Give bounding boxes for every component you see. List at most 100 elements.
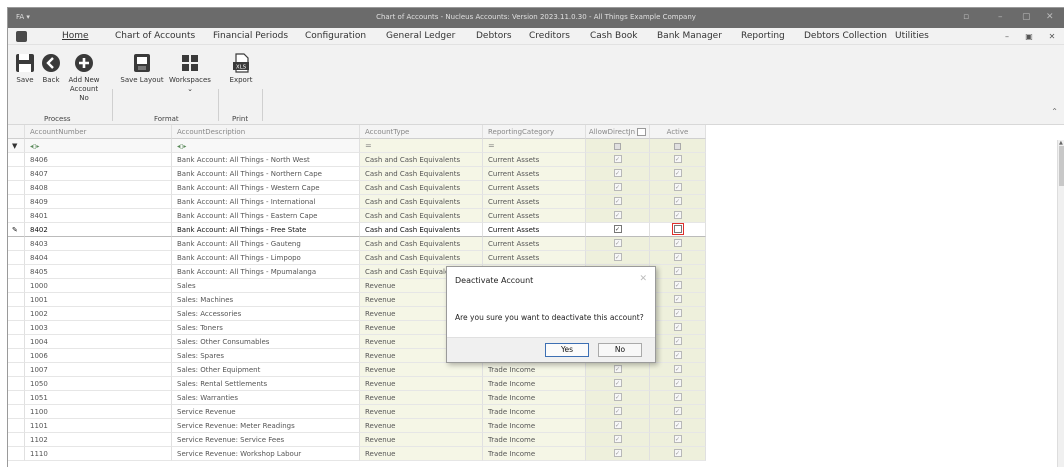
- cell-account-description[interactable]: Sales: Rental Settlements: [172, 377, 360, 391]
- cell-allow-direct[interactable]: ✓: [586, 391, 650, 405]
- cell-reporting-category[interactable]: Trade Income: [483, 433, 586, 447]
- tab-reporting[interactable]: Reporting: [741, 31, 785, 41]
- cell-active[interactable]: ✓: [650, 321, 706, 335]
- allow-direct-checkbox[interactable]: ✓: [613, 183, 622, 191]
- cell-active[interactable]: ✓: [650, 209, 706, 223]
- cell-account-description[interactable]: Sales: Toners: [172, 321, 360, 335]
- cell-reporting-category[interactable]: Current Assets: [483, 181, 586, 195]
- row-indicator[interactable]: [8, 195, 25, 209]
- allow-direct-checkbox[interactable]: ✓: [613, 197, 622, 205]
- cell-account-description[interactable]: Sales: [172, 279, 360, 293]
- filter-active[interactable]: [650, 139, 706, 153]
- cell-account-type[interactable]: Revenue: [360, 391, 483, 405]
- allow-direct-checkbox[interactable]: ✓: [613, 393, 622, 401]
- cell-reporting-category[interactable]: Current Assets: [483, 167, 586, 181]
- cell-allow-direct[interactable]: ✓: [586, 153, 650, 167]
- cell-active[interactable]: ✓: [650, 293, 706, 307]
- allow-direct-checkbox[interactable]: ✓: [613, 421, 622, 429]
- active-checkbox[interactable]: ✓: [673, 435, 682, 443]
- cell-account-type[interactable]: Cash and Cash Equivalents: [360, 223, 483, 237]
- allow-direct-checkbox[interactable]: ✓: [613, 449, 622, 457]
- cell-account-description[interactable]: Bank Account: All Things - Limpopo: [172, 251, 360, 265]
- cell-reporting-category[interactable]: Current Assets: [483, 223, 586, 237]
- table-row[interactable]: 8407 Bank Account: All Things - Northern …: [8, 167, 706, 181]
- cell-allow-direct[interactable]: ✓: [586, 377, 650, 391]
- allow-direct-checkbox[interactable]: ✓: [613, 435, 622, 443]
- filter-account-number[interactable]: ◂▯▸: [25, 139, 172, 153]
- cell-active[interactable]: ✓: [650, 335, 706, 349]
- cell-reporting-category[interactable]: Current Assets: [483, 153, 586, 167]
- cell-account-number[interactable]: 1050: [25, 377, 172, 391]
- cell-account-number[interactable]: 8404: [25, 251, 172, 265]
- allow-direct-checkbox[interactable]: ✓: [613, 155, 622, 163]
- table-row[interactable]: 1050 Sales: Rental Settlements Revenue Trad…: [8, 377, 706, 391]
- allow-direct-checkbox[interactable]: ✓: [613, 365, 622, 373]
- maximize-icon[interactable]: ▢: [1022, 12, 1031, 22]
- table-row[interactable]: 8406 Bank Account: All Things - North Wes…: [8, 153, 706, 167]
- active-checkbox[interactable]: ✓: [673, 253, 682, 261]
- save-layout-button[interactable]: Save Layout: [120, 53, 164, 85]
- col-header-account-description[interactable]: AccountDescription: [172, 125, 360, 139]
- tab-chart-of-accounts[interactable]: Chart of Accounts: [115, 31, 195, 41]
- cell-active[interactable]: ✓: [650, 405, 706, 419]
- row-indicator[interactable]: [8, 279, 25, 293]
- col-header-allow-direct[interactable]: AllowDirectJn: [586, 125, 650, 139]
- row-indicator[interactable]: [8, 433, 25, 447]
- cell-allow-direct[interactable]: ✓: [586, 433, 650, 447]
- cell-active[interactable]: ✓: [650, 307, 706, 321]
- allow-direct-checkbox[interactable]: ✓: [613, 169, 622, 177]
- cell-account-type[interactable]: Cash and Cash Equivalents: [360, 181, 483, 195]
- cell-reporting-category[interactable]: Trade Income: [483, 391, 586, 405]
- table-row[interactable]: 8403 Bank Account: All Things - Gauteng Ca…: [8, 237, 706, 251]
- row-indicator[interactable]: [8, 237, 25, 251]
- cell-allow-direct[interactable]: ✓: [586, 447, 650, 461]
- cell-active[interactable]: ✓: [650, 391, 706, 405]
- mdi-close-icon[interactable]: ✕: [1043, 30, 1061, 43]
- cell-account-number[interactable]: 1003: [25, 321, 172, 335]
- cell-account-number[interactable]: 1002: [25, 307, 172, 321]
- col-header-account-type[interactable]: AccountType: [360, 125, 483, 139]
- cell-active[interactable]: ✓: [650, 167, 706, 181]
- cell-account-type[interactable]: Revenue: [360, 433, 483, 447]
- row-indicator[interactable]: [8, 377, 25, 391]
- save-button[interactable]: Save: [14, 53, 36, 85]
- active-checkbox[interactable]: ✓: [673, 449, 682, 457]
- cell-account-type[interactable]: Cash and Cash Equivalents: [360, 167, 483, 181]
- filter-allow-direct[interactable]: [586, 139, 650, 153]
- cell-active[interactable]: [650, 223, 706, 237]
- active-checkbox[interactable]: ✓: [673, 169, 682, 177]
- cell-active[interactable]: ✓: [650, 447, 706, 461]
- cell-active[interactable]: ✓: [650, 279, 706, 293]
- row-indicator[interactable]: [8, 447, 25, 461]
- cell-account-number[interactable]: 1006: [25, 349, 172, 363]
- row-indicator[interactable]: [8, 391, 25, 405]
- active-checkbox[interactable]: ✓: [673, 239, 682, 247]
- cell-account-description[interactable]: Bank Account: All Things - Eastern Cape: [172, 209, 360, 223]
- cell-account-number[interactable]: 8407: [25, 167, 172, 181]
- table-row[interactable]: 1007 Sales: Other Equipment Revenue Trade I…: [8, 363, 706, 377]
- cell-account-number[interactable]: 1102: [25, 433, 172, 447]
- restore-layout-icon[interactable]: ▫: [963, 12, 969, 22]
- cell-account-description[interactable]: Sales: Spares: [172, 349, 360, 363]
- table-row[interactable]: 8408 Bank Account: All Things - Western C…: [8, 181, 706, 195]
- allow-direct-checkbox[interactable]: ✓: [613, 211, 622, 219]
- cell-account-description[interactable]: Service Revenue: [172, 405, 360, 419]
- close-icon[interactable]: ✕: [1046, 12, 1054, 22]
- table-row[interactable]: 1051 Sales: Warranties Revenue Trade Income…: [8, 391, 706, 405]
- cell-reporting-category[interactable]: Trade Income: [483, 447, 586, 461]
- cell-account-description[interactable]: Sales: Other Equipment: [172, 363, 360, 377]
- mdi-minimize-icon[interactable]: –: [998, 30, 1016, 43]
- row-indicator[interactable]: [8, 153, 25, 167]
- active-checkbox[interactable]: ✓: [673, 197, 682, 205]
- vertical-scrollbar[interactable]: ▲: [1057, 140, 1064, 467]
- cell-account-type[interactable]: Cash and Cash Equivalents: [360, 251, 483, 265]
- row-indicator[interactable]: [8, 307, 25, 321]
- cell-active[interactable]: ✓: [650, 377, 706, 391]
- cell-account-number[interactable]: 8409: [25, 195, 172, 209]
- cell-account-number[interactable]: 1000: [25, 279, 172, 293]
- cell-active[interactable]: ✓: [650, 195, 706, 209]
- cell-account-description[interactable]: Bank Account: All Things - International: [172, 195, 360, 209]
- cell-account-description[interactable]: Bank Account: All Things - Western Cape: [172, 181, 360, 195]
- row-indicator[interactable]: [8, 209, 25, 223]
- allow-direct-checkbox[interactable]: ✓: [613, 225, 622, 233]
